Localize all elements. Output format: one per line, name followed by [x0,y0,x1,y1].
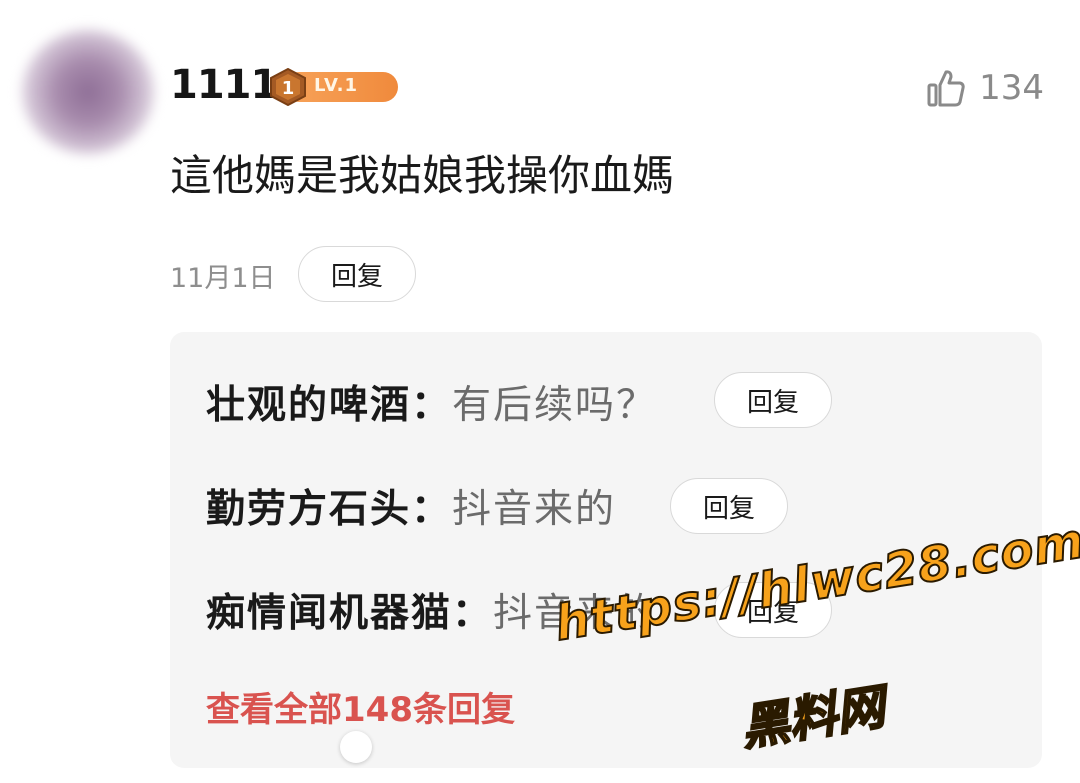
like-count: 134 [979,68,1044,108]
reply-text: 抖音来的 [452,487,617,532]
level-label: LV.1 [314,75,358,96]
reply-text: 有后续吗？ [452,383,658,428]
comment-text: 這他媽是我姑娘我操你血媽 [170,151,675,200]
level-badge: LV.1 1 [268,68,400,106]
level-hex-icon: 1 [270,68,306,106]
comment-username[interactable]: 1111 [170,62,278,108]
reply-button[interactable]: 回复 [670,478,788,534]
comment-date: 11月1日 [170,263,276,294]
reply-button[interactable]: 回复 [714,582,832,638]
reply-item[interactable]: 勤劳方石头： 抖音来的 [206,476,616,536]
reply-text: 抖音来的 [493,591,658,636]
scroll-indicator [340,731,372,763]
avatar[interactable] [22,30,154,154]
thumbs-up-icon [927,70,965,107]
view-all-replies-link[interactable]: 查看全部148条回复 [206,682,515,731]
reply-button[interactable]: 回复 [298,246,416,302]
like-button[interactable]: 134 [927,64,1044,112]
reply-author[interactable]: 勤劳方石头： [206,478,452,534]
reply-item[interactable]: 壮观的啤酒： 有后续吗？ [206,372,657,432]
reply-item[interactable]: 痴情闻机器猫： 抖音来的 [206,580,657,640]
replies-panel: 壮观的啤酒： 有后续吗？ 回复 勤劳方石头： 抖音来的 回复 痴情闻机器猫： 抖… [170,332,1042,768]
reply-author[interactable]: 痴情闻机器猫： [206,582,493,638]
reply-author[interactable]: 壮观的啤酒： [206,374,452,430]
reply-button[interactable]: 回复 [714,372,832,428]
level-number: 1 [282,78,295,99]
